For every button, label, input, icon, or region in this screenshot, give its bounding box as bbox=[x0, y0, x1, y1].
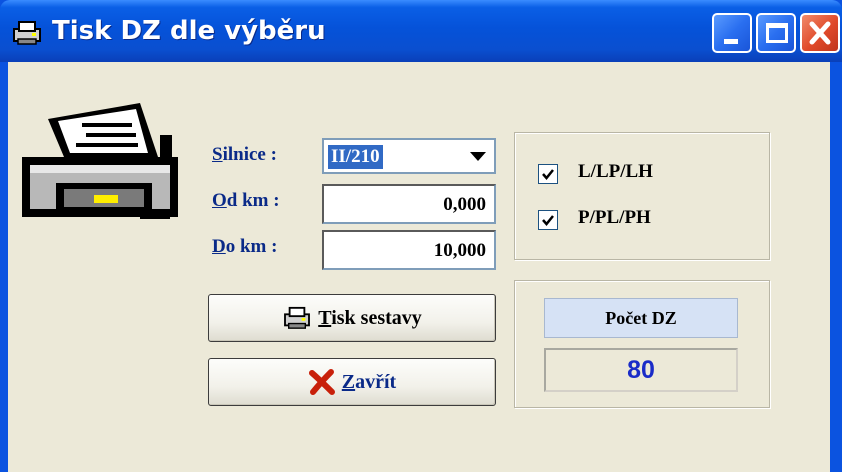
printer-icon bbox=[13, 21, 41, 45]
od-km-input[interactable]: 0,000 bbox=[322, 184, 496, 224]
silnice-select[interactable]: II/210 bbox=[322, 138, 496, 174]
do-km-input[interactable]: 10,000 bbox=[322, 230, 496, 270]
options-group bbox=[514, 132, 770, 260]
count-value: 80 bbox=[544, 348, 738, 392]
maximize-button[interactable] bbox=[756, 13, 796, 53]
count-label: Počet DZ bbox=[544, 298, 738, 338]
close-window-button[interactable] bbox=[800, 13, 840, 53]
od-km-label: Od km : bbox=[212, 190, 280, 211]
close-icon bbox=[308, 369, 335, 395]
print-report-button[interactable]: Tisk sestavy bbox=[208, 294, 496, 342]
minimize-button[interactable] bbox=[712, 13, 752, 53]
dialog-window: Tisk DZ dle výběru Silnice : Od km : Do … bbox=[0, 0, 842, 472]
close-label: Zavřít bbox=[341, 370, 397, 393]
checkbox-p-pl-ph[interactable] bbox=[538, 210, 558, 230]
checkbox-label: L/LP/LH bbox=[578, 161, 653, 182]
silnice-value: II/210 bbox=[328, 145, 383, 169]
printer-icon bbox=[22, 103, 178, 219]
check-icon bbox=[542, 215, 554, 226]
window-border bbox=[830, 62, 842, 472]
checkbox-l-lp-lh[interactable] bbox=[538, 164, 558, 184]
close-button[interactable]: Zavřít bbox=[208, 358, 496, 406]
print-report-label: Tisk sestavy bbox=[318, 306, 422, 329]
check-icon bbox=[542, 169, 554, 180]
silnice-label: Silnice : bbox=[212, 144, 277, 165]
close-icon bbox=[809, 21, 831, 45]
maximize-icon bbox=[766, 23, 788, 43]
chevron-down-icon[interactable] bbox=[464, 142, 492, 170]
minimize-icon bbox=[724, 39, 738, 44]
window-title: Tisk DZ dle výběru bbox=[52, 16, 326, 46]
do-km-label: Do km : bbox=[212, 236, 278, 257]
title-bar[interactable]: Tisk DZ dle výběru bbox=[0, 0, 842, 62]
printer-icon bbox=[284, 306, 311, 329]
checkbox-label: P/PL/PH bbox=[578, 207, 651, 228]
